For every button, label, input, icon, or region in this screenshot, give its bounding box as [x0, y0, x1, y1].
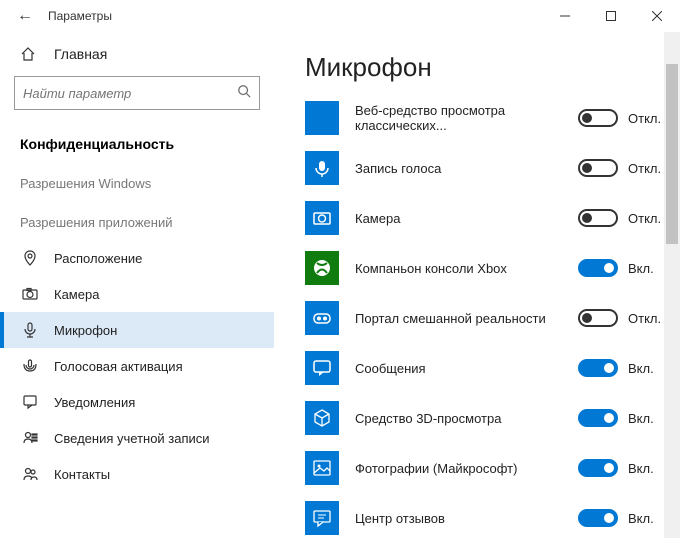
app-icon-messages	[305, 351, 339, 385]
sidebar-group-windows-perms: Разрешения Windows	[0, 162, 274, 201]
nav-item-label: Уведомления	[54, 395, 135, 410]
close-button[interactable]	[634, 0, 680, 32]
toggle-state-label: Вкл.	[628, 461, 664, 476]
toggle-state-label: Вкл.	[628, 511, 664, 526]
toggle-switch[interactable]	[578, 159, 618, 177]
app-icon-camera	[305, 201, 339, 235]
toggle-state-label: Откл.	[628, 111, 664, 126]
scrollbar[interactable]	[664, 32, 680, 538]
app-name: Камера	[355, 211, 578, 226]
app-row: Центр отзывов Вкл.	[305, 501, 664, 535]
minimize-button[interactable]	[542, 0, 588, 32]
toggle-state-label: Откл.	[628, 311, 664, 326]
scrollbar-thumb[interactable]	[666, 64, 678, 244]
app-name: Сообщения	[355, 361, 578, 376]
app-name: Средство 3D-просмотра	[355, 411, 578, 426]
nav-item-label: Камера	[54, 287, 99, 302]
app-icon-xbox	[305, 251, 339, 285]
nav-item-label: Микрофон	[54, 323, 117, 338]
nav-item-microphone[interactable]: Микрофон	[0, 312, 274, 348]
app-row: Сообщения Вкл.	[305, 351, 664, 385]
toggle-switch[interactable]	[578, 259, 618, 277]
app-icon-feedback	[305, 501, 339, 535]
window-controls	[542, 0, 680, 32]
back-button[interactable]: ←	[10, 7, 40, 25]
nav-item-voice[interactable]: Голосовая активация	[0, 348, 274, 384]
app-icon-mr	[305, 301, 339, 335]
notification-icon	[20, 394, 40, 410]
toggle-switch[interactable]	[578, 209, 618, 227]
app-name: Центр отзывов	[355, 511, 578, 526]
toggle-switch[interactable]	[578, 459, 618, 477]
toggle-state-label: Вкл.	[628, 411, 664, 426]
search-input[interactable]	[23, 86, 237, 101]
app-name: Запись голоса	[355, 161, 578, 176]
search-icon	[237, 84, 251, 103]
content-pane: Микрофон Веб-средство просмотра классиче…	[275, 32, 680, 538]
nav-item-label: Расположение	[54, 251, 142, 266]
maximize-button[interactable]	[588, 0, 634, 32]
toggle-switch[interactable]	[578, 109, 618, 127]
account-icon	[20, 430, 40, 446]
app-row: Портал смешанной реальности Откл.	[305, 301, 664, 335]
nav-item-label: Контакты	[54, 467, 110, 482]
search-box[interactable]	[14, 76, 260, 110]
app-icon-blank	[305, 101, 339, 135]
nav-item-label: Сведения учетной записи	[54, 431, 210, 446]
camera-icon	[20, 286, 40, 302]
toggle-state-label: Вкл.	[628, 361, 664, 376]
app-icon-recorder	[305, 151, 339, 185]
nav-home-label: Главная	[54, 46, 107, 62]
nav-item-account[interactable]: Сведения учетной записи	[0, 420, 274, 456]
nav-item-location[interactable]: Расположение	[0, 240, 274, 276]
app-icon-photos	[305, 451, 339, 485]
app-row: Камера Откл.	[305, 201, 664, 235]
toggle-state-label: Откл.	[628, 211, 664, 226]
toggle-switch[interactable]	[578, 359, 618, 377]
location-icon	[20, 250, 40, 266]
nav-item-label: Голосовая активация	[54, 359, 183, 374]
voice-icon	[20, 358, 40, 374]
toggle-switch[interactable]	[578, 309, 618, 327]
app-name: Портал смешанной реальности	[355, 311, 578, 326]
nav-item-camera[interactable]: Камера	[0, 276, 274, 312]
app-row: Веб-средство просмотра классических... От…	[305, 101, 664, 135]
toggle-switch[interactable]	[578, 409, 618, 427]
microphone-icon	[20, 322, 40, 338]
toggle-state-label: Откл.	[628, 161, 664, 176]
nav-item-contacts[interactable]: Контакты	[0, 456, 274, 492]
toggle-switch[interactable]	[578, 509, 618, 527]
window-title: Параметры	[48, 9, 112, 23]
app-row: Средство 3D-просмотра Вкл.	[305, 401, 664, 435]
app-name: Веб-средство просмотра классических...	[355, 103, 578, 133]
app-name: Фотографии (Майкрософт)	[355, 461, 578, 476]
nav-home[interactable]: Главная	[0, 36, 274, 72]
app-row: Фотографии (Майкрософт) Вкл.	[305, 451, 664, 485]
contacts-icon	[20, 466, 40, 482]
sidebar-group-app-perms: Разрешения приложений	[0, 201, 274, 240]
home-icon	[20, 46, 40, 62]
app-row: Компаньон консоли Xbox Вкл.	[305, 251, 664, 285]
app-icon-3d	[305, 401, 339, 435]
app-name: Компаньон консоли Xbox	[355, 261, 578, 276]
sidebar-section-privacy[interactable]: Конфиденциальность	[0, 126, 274, 162]
sidebar: Главная Конфиденциальность Разрешения Wi…	[0, 32, 275, 538]
nav-item-notification[interactable]: Уведомления	[0, 384, 274, 420]
page-heading: Микрофон	[305, 52, 664, 83]
app-row: Запись голоса Откл.	[305, 151, 664, 185]
toggle-state-label: Вкл.	[628, 261, 664, 276]
